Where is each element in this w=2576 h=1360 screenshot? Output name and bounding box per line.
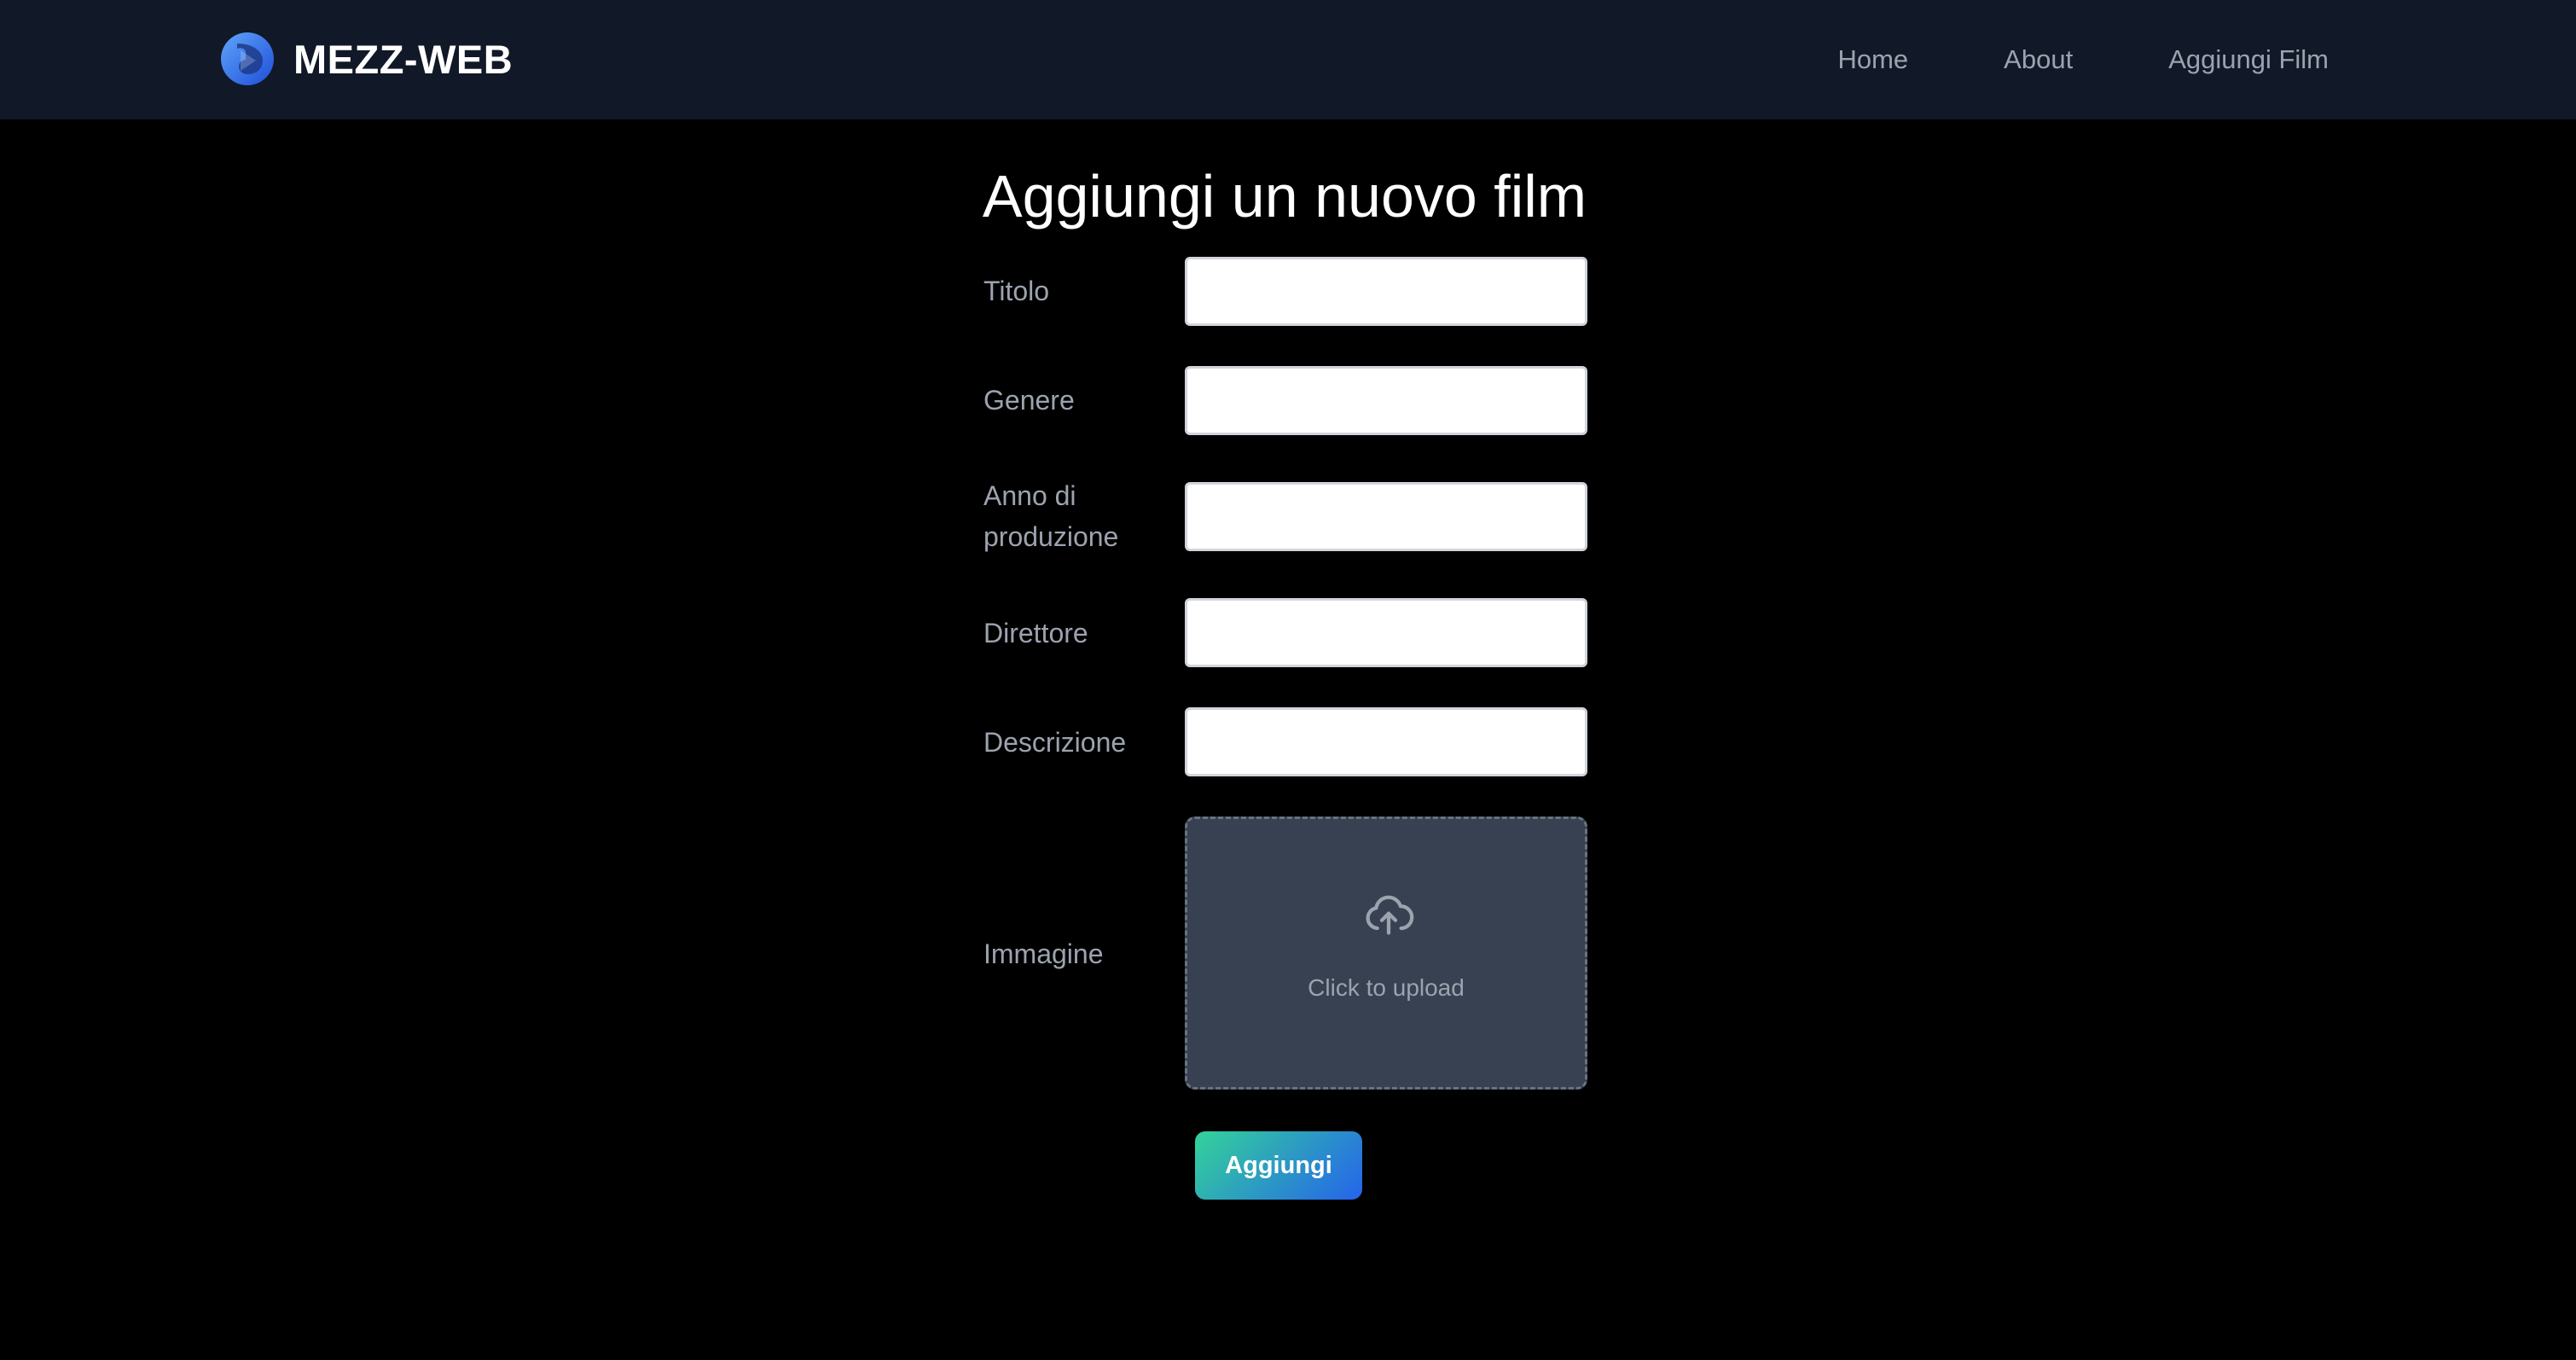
aggiungi-button[interactable]: Aggiungi xyxy=(1195,1131,1362,1200)
genere-label: Genere xyxy=(983,385,1075,416)
brand-link[interactable]: MEZZ-WEB xyxy=(220,31,513,87)
direttore-input[interactable] xyxy=(1185,598,1587,667)
image-upload-dropzone[interactable]: Click to upload xyxy=(1185,817,1587,1090)
mezz-web-logo-icon xyxy=(221,32,274,85)
nav-link-about[interactable]: About xyxy=(2004,44,2073,75)
cloud-upload-icon xyxy=(1366,895,1414,935)
anno-di-produzione-input[interactable] xyxy=(1185,482,1587,551)
nav-link-home[interactable]: Home xyxy=(1837,44,1908,75)
descrizione-input[interactable] xyxy=(1185,707,1587,776)
genere-input[interactable] xyxy=(1185,366,1587,435)
nav-link-aggiungi-film[interactable]: Aggiungi Film xyxy=(2168,44,2329,75)
page-title: Aggiungi un nuovo film xyxy=(982,163,1587,230)
descrizione-label: Descrizione xyxy=(983,727,1127,758)
titolo-input[interactable] xyxy=(1185,257,1587,326)
upload-text: Click to upload xyxy=(1308,974,1465,1001)
direttore-label: Direttore xyxy=(983,618,1088,648)
brand-name: MEZZ-WEB xyxy=(293,36,513,82)
titolo-label: Titolo xyxy=(983,276,1050,306)
anno-di-produzione-label: Anno di produzione xyxy=(983,480,1119,552)
nav-links: Home About Aggiungi Film xyxy=(1837,0,2329,119)
immagine-label: Immagine xyxy=(983,939,1104,969)
navbar: MEZZ-WEB Home About Aggiungi Film xyxy=(0,0,2576,119)
